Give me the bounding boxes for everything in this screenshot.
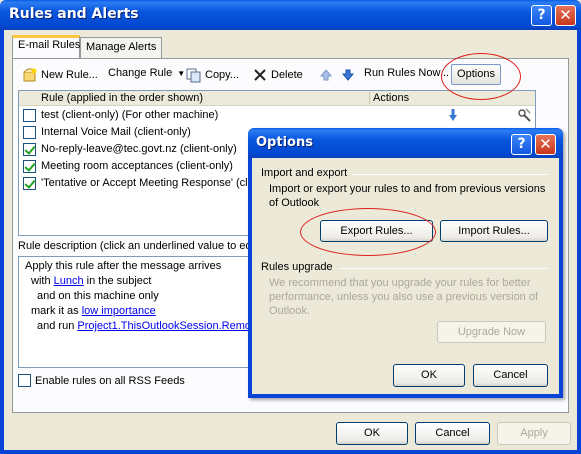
options-dialog-client: Import and export Import or export your … bbox=[252, 158, 559, 394]
rules-upgrade-group-label: Rules upgrade bbox=[261, 261, 333, 273]
rss-checkbox-box[interactable] bbox=[18, 374, 31, 387]
options-dialog-title: Options bbox=[256, 135, 313, 150]
move-down-button[interactable] bbox=[340, 67, 356, 83]
description-text: in the subject bbox=[83, 275, 152, 287]
rules-and-alerts-window: Rules and Alerts ? ✕ E-mail Rules Manage… bbox=[0, 0, 581, 454]
options-ok-button[interactable]: OK bbox=[393, 364, 465, 387]
description-line: and on this machine only bbox=[37, 290, 159, 302]
tab-manage-alerts[interactable]: Manage Alerts bbox=[80, 37, 162, 58]
tab-manage-alerts-label: Manage Alerts bbox=[86, 41, 157, 53]
arrow-down-icon bbox=[340, 67, 356, 83]
rule-description-box: Apply this rule after the message arrive… bbox=[18, 256, 258, 368]
new-rule-icon bbox=[22, 67, 38, 83]
import-export-description: Import or export your rules to and from … bbox=[269, 183, 546, 209]
rule-name: test (client-only) (For other machine) bbox=[41, 109, 219, 121]
rule-checkbox[interactable] bbox=[23, 143, 36, 156]
new-rule-button[interactable]: New Rule... bbox=[22, 67, 98, 83]
rule-name: 'Tentative or Accept Meeting Response' (… bbox=[41, 177, 248, 189]
description-line: with Lunch in the subject bbox=[31, 275, 151, 287]
description-text: and run bbox=[37, 320, 78, 332]
tab-email-rules-label: E-mail Rules bbox=[18, 39, 81, 51]
options-close-button[interactable]: ✕ bbox=[535, 134, 556, 155]
rss-checkbox-label: Enable rules on all RSS Feeds bbox=[35, 374, 185, 387]
copy-label: Copy... bbox=[205, 69, 240, 81]
importance-link[interactable]: low importance bbox=[82, 305, 156, 317]
options-dialog-title-bar[interactable]: Options ? ✕ bbox=[248, 128, 563, 158]
run-rules-now-button[interactable]: Run Rules Now... bbox=[364, 67, 449, 79]
script-link[interactable]: Project1.ThisOutlookSession.Remove bbox=[77, 320, 257, 332]
arrow-up-icon bbox=[318, 67, 334, 83]
subject-word-link[interactable]: Lunch bbox=[54, 275, 84, 287]
import-export-group-label: Import and export bbox=[261, 167, 348, 179]
rule-checkbox[interactable] bbox=[23, 177, 36, 190]
rule-checkbox[interactable] bbox=[23, 160, 36, 173]
cancel-button[interactable]: Cancel bbox=[415, 422, 490, 445]
rule-name: Internal Voice Mail (client-only) bbox=[41, 126, 191, 138]
delete-icon bbox=[252, 67, 268, 83]
column-divider bbox=[369, 92, 370, 104]
description-line: Apply this rule after the message arrive… bbox=[25, 260, 222, 272]
options-button[interactable]: Options bbox=[451, 64, 501, 85]
options-label: Options bbox=[457, 68, 495, 80]
column-header-actions[interactable]: Actions bbox=[373, 92, 409, 104]
move-up-button[interactable] bbox=[318, 67, 334, 83]
group-divider bbox=[339, 268, 547, 269]
run-rules-now-label: Run Rules Now... bbox=[364, 67, 449, 79]
import-rules-button[interactable]: Import Rules... bbox=[440, 220, 548, 242]
new-rule-label: New Rule... bbox=[41, 69, 98, 81]
apply-button[interactable]: Apply bbox=[497, 422, 571, 445]
delete-label: Delete bbox=[271, 69, 303, 81]
rule-name: Meeting room acceptances (client-only) bbox=[41, 160, 233, 172]
description-line: mark it as low importance bbox=[31, 305, 156, 317]
rule-row[interactable]: test (client-only) (For other machine) bbox=[19, 107, 535, 124]
options-dialog: Options ? ✕ Import and export Import or … bbox=[248, 128, 563, 398]
options-help-button[interactable]: ? bbox=[511, 134, 532, 155]
close-button[interactable]: ✕ bbox=[555, 5, 576, 26]
upgrade-now-button[interactable]: Upgrade Now bbox=[437, 321, 546, 343]
change-rule-button[interactable]: Change Rule ▼ bbox=[108, 67, 185, 79]
group-divider bbox=[352, 174, 547, 175]
title-bar[interactable]: Rules and Alerts ? ✕ bbox=[0, 0, 581, 30]
upgrade-description: We recommend that you upgrade your rules… bbox=[269, 277, 539, 317]
chevron-down-icon: ▼ bbox=[177, 68, 186, 78]
tab-email-rules[interactable]: E-mail Rules bbox=[12, 35, 80, 58]
description-text: mark it as bbox=[31, 305, 82, 317]
window-title: Rules and Alerts bbox=[9, 6, 139, 22]
change-rule-label: Change Rule bbox=[108, 67, 173, 79]
options-cancel-button[interactable]: Cancel bbox=[473, 364, 548, 387]
export-rules-button[interactable]: Export Rules... bbox=[320, 220, 433, 242]
delete-button[interactable]: Delete bbox=[252, 67, 303, 83]
rss-rules-checkbox[interactable]: Enable rules on all RSS Feeds bbox=[18, 374, 185, 387]
rule-description-label: Rule description (click an underlined va… bbox=[18, 240, 255, 252]
description-line: and run Project1.ThisOutlookSession.Remo… bbox=[37, 320, 257, 332]
help-button[interactable]: ? bbox=[531, 5, 552, 26]
move-down-action-icon bbox=[448, 108, 458, 125]
copy-button[interactable]: Copy... bbox=[186, 67, 239, 83]
column-header-rule[interactable]: Rule (applied in the order shown) bbox=[41, 92, 203, 104]
description-text: with bbox=[31, 275, 54, 287]
rule-checkbox[interactable] bbox=[23, 109, 36, 122]
rule-checkbox[interactable] bbox=[23, 126, 36, 139]
rule-name: No-reply-leave@tec.govt.nz (client-only) bbox=[41, 143, 237, 155]
copy-icon bbox=[186, 67, 202, 83]
ok-button[interactable]: OK bbox=[336, 422, 408, 445]
rules-list-header: Rule (applied in the order shown) Action… bbox=[19, 91, 535, 106]
